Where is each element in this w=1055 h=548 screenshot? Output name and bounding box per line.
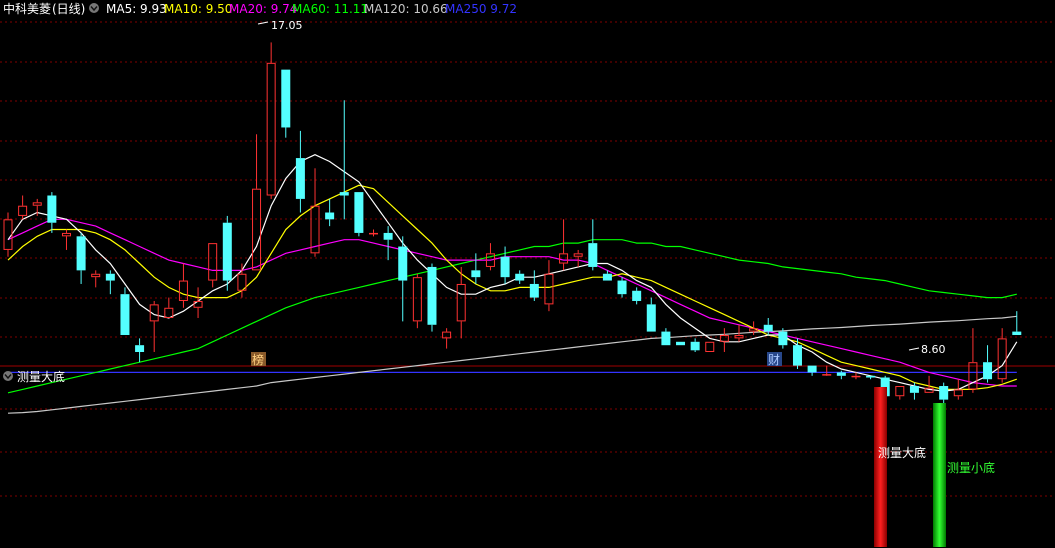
candle [676, 341, 686, 346]
candle [646, 297, 656, 332]
candle [822, 365, 832, 376]
candle [295, 130, 305, 213]
candle [544, 260, 554, 312]
candle [997, 328, 1007, 383]
candle [325, 198, 335, 227]
chart-header: 中科美菱 (日线) MA5: 9.93MA10: 9.50MA20: 9.74M… [3, 1, 517, 16]
candle [442, 328, 452, 349]
measure-small-bottom-bar [933, 403, 946, 547]
candlestick-series [3, 42, 1022, 404]
candle [529, 270, 539, 301]
ma5-line [7, 154, 1018, 392]
candle [281, 69, 291, 138]
low-price-label: 8.60 [921, 343, 946, 356]
candle [807, 365, 817, 376]
candle [76, 232, 86, 284]
sub-panel-collapse-icon[interactable] [3, 371, 13, 381]
candle [310, 168, 320, 257]
candle [398, 236, 408, 322]
candle [266, 42, 276, 199]
candle [617, 277, 627, 298]
tag-bang-label: 榜 [252, 352, 264, 367]
candle [18, 195, 28, 220]
grid-lines [0, 21, 1055, 497]
candle [208, 243, 218, 288]
tag-cai-label: 财 [768, 353, 780, 367]
candle [47, 192, 57, 233]
candle [120, 287, 130, 335]
candle [456, 266, 466, 339]
measure-small-bottom-label: 测量小底 [947, 460, 995, 475]
measure-big-bottom-label: 测量大底 [878, 445, 926, 460]
candle [354, 192, 364, 237]
candle [149, 300, 159, 352]
ma120-line [7, 315, 1017, 414]
candle [983, 345, 993, 383]
header-collapse-icon[interactable] [89, 3, 99, 13]
candle [222, 215, 232, 291]
ma20-line [7, 218, 1017, 387]
candle [661, 328, 671, 346]
candle [939, 382, 949, 404]
candle [369, 229, 378, 237]
candle [866, 375, 876, 380]
sub-panel-header: 测量大底 [3, 369, 65, 384]
ma-legend-item: MA10: 9.50 [164, 2, 232, 16]
candle [61, 229, 71, 250]
candle [588, 219, 598, 271]
high-marker: 17.05 [257, 19, 303, 32]
candle [427, 263, 437, 332]
tag-bang[interactable]: 榜 [251, 352, 266, 367]
candle [705, 341, 715, 353]
moving-average-lines [7, 154, 1018, 414]
sub-panel-title: 测量大底 [17, 369, 65, 384]
candle [895, 386, 905, 400]
candle [690, 338, 700, 352]
ma-legend-item: MA120: 10.66 [364, 2, 448, 16]
candle [471, 253, 481, 284]
candle [164, 297, 174, 318]
stock-name: 中科美菱 [3, 1, 51, 16]
tag-cai[interactable]: 财 [767, 352, 782, 367]
candle [412, 273, 422, 329]
period-label: (日线) [52, 2, 85, 16]
candle [135, 338, 145, 363]
low-marker: 8.60 [908, 343, 946, 356]
high-price-label: 17.05 [271, 19, 303, 32]
candle [719, 328, 729, 352]
candle [559, 219, 569, 271]
candle [1012, 311, 1022, 335]
candle [178, 263, 188, 308]
candle [383, 226, 393, 261]
candle [515, 270, 525, 284]
stock-chart[interactable]: 17.05 8.60 榜 财 中科美菱 (日线) MA5: 9.93MA10: … [0, 0, 1055, 548]
candle [339, 100, 349, 220]
ma-legend-item: MA60: 11.11 [292, 2, 368, 16]
measure-big-bottom-bar [874, 387, 887, 547]
candle [91, 270, 101, 288]
ma-legend-item: MA5: 9.93 [106, 2, 167, 16]
ma10-line [7, 184, 1017, 390]
ma-legend: MA5: 9.93MA10: 9.50MA20: 9.74MA60: 11.11… [106, 2, 517, 16]
ma-legend-item: MA20: 9.74 [229, 2, 297, 16]
candle [632, 287, 642, 305]
ma-legend-item: MA250 9.72 [445, 2, 517, 16]
candle [105, 270, 115, 295]
